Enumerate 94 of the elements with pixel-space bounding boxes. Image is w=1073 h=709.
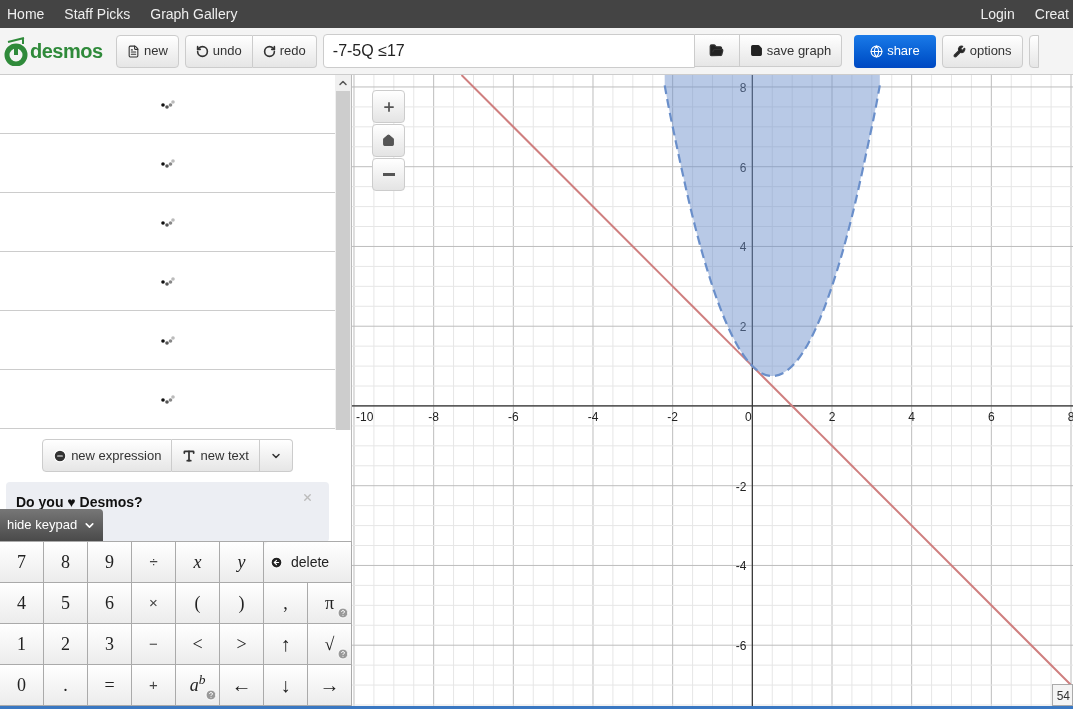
axis-tick-label: 2 bbox=[739, 320, 747, 335]
text-icon bbox=[182, 448, 197, 463]
open-graph-button[interactable] bbox=[694, 34, 740, 67]
toolbar-button-edge[interactable] bbox=[1028, 34, 1039, 68]
loading-icon bbox=[160, 217, 175, 227]
new-expression-button[interactable]: new expression bbox=[42, 439, 173, 472]
axis-tick-label: -8 bbox=[428, 409, 439, 424]
scrollbar[interactable] bbox=[335, 75, 351, 430]
keypad-key[interactable]: + bbox=[132, 665, 176, 706]
save-graph-button[interactable]: save graph bbox=[739, 34, 843, 67]
keypad-key[interactable]: π bbox=[308, 583, 352, 624]
graph-title-field[interactable]: -7-5Q ≤17 bbox=[322, 34, 695, 68]
axis-tick-label: -4 bbox=[735, 559, 747, 574]
axis-tick-label: -6 bbox=[508, 409, 519, 424]
minus-icon bbox=[382, 173, 395, 176]
new-button[interactable]: new bbox=[116, 34, 179, 68]
keypad-key[interactable]: 6 bbox=[88, 583, 132, 624]
keypad-key[interactable]: 1 bbox=[0, 624, 44, 665]
globe-icon bbox=[870, 44, 884, 58]
keypad-key[interactable]: ) bbox=[220, 583, 264, 624]
keypad-key[interactable]: . bbox=[44, 665, 88, 706]
loading-icon bbox=[160, 99, 175, 109]
keypad-key[interactable]: < bbox=[176, 624, 220, 665]
keypad-key[interactable]: delete bbox=[264, 542, 352, 583]
loading-icon bbox=[160, 276, 175, 286]
keypad-key[interactable]: = bbox=[88, 665, 132, 706]
plus-icon bbox=[381, 99, 396, 114]
zoom-out-button[interactable] bbox=[372, 158, 405, 191]
axis-tick-label: -2 bbox=[735, 479, 747, 494]
nav-link[interactable]: Login bbox=[980, 3, 1015, 25]
keypad-key[interactable]: ( bbox=[176, 583, 220, 624]
axis-tick-label: -6 bbox=[735, 639, 747, 654]
keypad-key[interactable]: 5 bbox=[44, 583, 88, 624]
keypad-key[interactable]: 3 bbox=[88, 624, 132, 665]
keypad-key[interactable]: 0 bbox=[0, 665, 44, 706]
keypad-key[interactable]: → bbox=[308, 665, 352, 706]
undo-button[interactable]: undo bbox=[184, 34, 253, 68]
wrench-icon bbox=[952, 44, 966, 58]
keypad-key[interactable]: ÷ bbox=[132, 542, 176, 583]
keypad-key[interactable]: y bbox=[220, 542, 264, 583]
keypad-key[interactable]: 7 bbox=[0, 542, 44, 583]
keypad-key[interactable]: 8 bbox=[44, 542, 88, 583]
keypad-key[interactable]: ← bbox=[220, 665, 264, 706]
keypad-key[interactable]: √ bbox=[308, 624, 352, 665]
redo-button[interactable]: redo bbox=[252, 34, 317, 68]
document-icon bbox=[127, 44, 140, 58]
axis-tick-label: -10 bbox=[356, 409, 374, 424]
dropdown-button[interactable] bbox=[259, 439, 293, 472]
keypad-key[interactable]: , bbox=[264, 583, 308, 624]
nav-link[interactable]: Staff Picks bbox=[64, 3, 131, 25]
axis-tick-label: 4 bbox=[908, 409, 915, 424]
folder-icon bbox=[709, 43, 725, 58]
axis-tick-label: -4 bbox=[587, 409, 599, 424]
keypad-key[interactable]: a$^{b}$ bbox=[176, 665, 220, 706]
axis-tick-label: 8 bbox=[739, 80, 747, 95]
new-text-button[interactable]: new text bbox=[172, 439, 260, 472]
keypad-key[interactable]: > bbox=[220, 624, 264, 665]
home-view-button[interactable] bbox=[372, 124, 405, 157]
loading-icon bbox=[160, 394, 175, 404]
backspace-icon bbox=[270, 555, 283, 569]
axis-tick-label: 0 bbox=[745, 409, 752, 424]
options-button[interactable]: options bbox=[941, 34, 1023, 68]
close-icon[interactable] bbox=[302, 492, 314, 503]
keypad-key[interactable]: − bbox=[132, 624, 176, 665]
undo-icon bbox=[195, 44, 209, 58]
logo-text: desmos bbox=[30, 39, 103, 64]
zoom-in-button[interactable] bbox=[372, 90, 405, 123]
keypad-key[interactable]: x bbox=[176, 542, 220, 583]
keypad-key[interactable]: ↓ bbox=[264, 665, 308, 706]
axis-tick-label: 4 bbox=[739, 240, 747, 255]
home-icon bbox=[382, 134, 395, 147]
promo-title: Do you ♥ Desmos? bbox=[16, 494, 143, 510]
axis-tick-label: 8 bbox=[1067, 409, 1073, 424]
share-button[interactable]: share bbox=[854, 34, 936, 68]
loading-icon bbox=[160, 335, 175, 345]
nav-link[interactable]: Graph Gallery bbox=[150, 3, 238, 25]
hide-keypad-tab[interactable]: hide keypad bbox=[0, 509, 104, 541]
keypad-key[interactable]: 2 bbox=[44, 624, 88, 665]
axis-tick-label: 6 bbox=[988, 409, 995, 424]
axis-tick-label: 6 bbox=[739, 160, 747, 175]
axis-tick-label: -2 bbox=[667, 409, 678, 424]
loading-icon bbox=[160, 158, 175, 168]
save-icon bbox=[749, 44, 763, 57]
nav-link[interactable]: Creat bbox=[1034, 3, 1069, 25]
keypad-key[interactable]: ↑ bbox=[264, 624, 308, 665]
keypad-key[interactable]: 9 bbox=[88, 542, 132, 583]
axis-tick-label: 2 bbox=[828, 409, 836, 424]
keypad-key[interactable]: × bbox=[132, 583, 176, 624]
redo-icon bbox=[262, 44, 276, 58]
keypad-key[interactable]: 4 bbox=[0, 583, 44, 624]
corner-badge: 54 bbox=[1051, 684, 1073, 706]
minus-circle-icon bbox=[53, 448, 68, 463]
logo-icon bbox=[4, 36, 28, 66]
nav-link[interactable]: Home bbox=[7, 3, 45, 25]
